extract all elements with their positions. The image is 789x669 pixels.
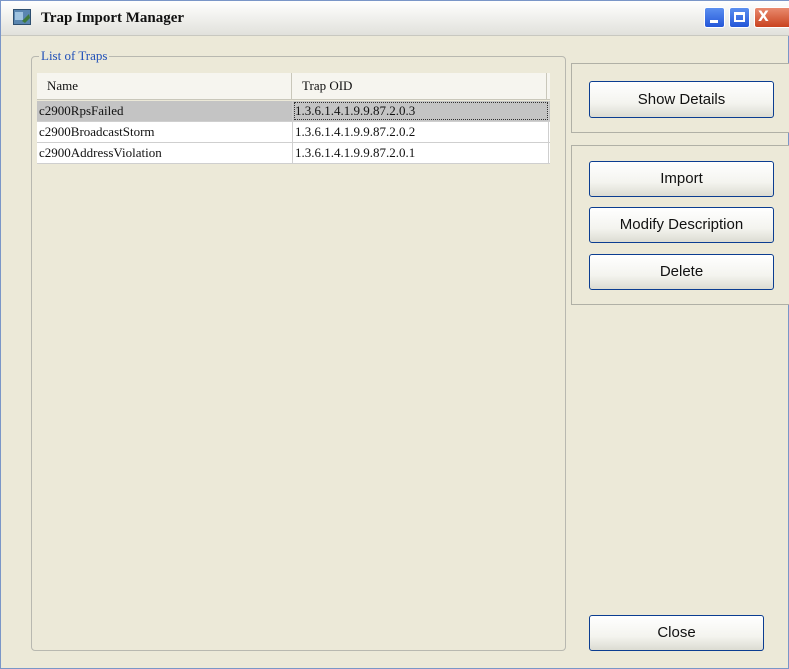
table-row[interactable]: c2900AddressViolation 1.3.6.1.4.1.9.9.87…	[37, 143, 550, 164]
close-button[interactable]: Close	[589, 615, 764, 651]
minimize-button[interactable]	[704, 7, 725, 28]
close-window-button[interactable]: X	[754, 7, 789, 28]
list-header: Name Trap OID	[37, 73, 550, 100]
maximize-button[interactable]	[729, 7, 750, 28]
show-details-button[interactable]: Show Details	[589, 81, 774, 118]
trap-import-manager-window: Trap Import Manager X List of Traps Name…	[0, 0, 789, 669]
cell-trap-oid: 1.3.6.1.4.1.9.9.87.2.0.1	[293, 143, 549, 163]
cell-trap-oid: 1.3.6.1.4.1.9.9.87.2.0.3	[293, 101, 549, 121]
group-legend: List of Traps	[39, 48, 110, 64]
import-button[interactable]: Import	[589, 161, 774, 197]
window-title: Trap Import Manager	[41, 10, 185, 26]
delete-button[interactable]: Delete	[589, 254, 774, 290]
table-row[interactable]: c2900RpsFailed 1.3.6.1.4.1.9.9.87.2.0.3	[37, 101, 550, 122]
maximize-icon	[734, 12, 745, 22]
table-row[interactable]: c2900BroadcastStorm 1.3.6.1.4.1.9.9.87.2…	[37, 122, 550, 143]
cell-trap-oid: 1.3.6.1.4.1.9.9.87.2.0.2	[293, 122, 549, 142]
list-rows: c2900RpsFailed 1.3.6.1.4.1.9.9.87.2.0.3 …	[37, 101, 550, 164]
traps-list[interactable]: Name Trap OID c2900RpsFailed 1.3.6.1.4.1…	[37, 73, 550, 647]
column-header-name[interactable]: Name	[37, 73, 292, 99]
app-window-icon	[13, 9, 31, 25]
cell-name: c2900RpsFailed	[37, 101, 293, 121]
column-header-trap-oid[interactable]: Trap OID	[292, 73, 547, 99]
close-icon: X	[758, 9, 769, 25]
title-bar[interactable]: Trap Import Manager X	[1, 1, 789, 36]
cell-name: c2900BroadcastStorm	[37, 122, 293, 142]
cell-name: c2900AddressViolation	[37, 143, 293, 163]
minimize-icon	[710, 20, 718, 23]
modify-description-button[interactable]: Modify Description	[589, 207, 774, 243]
